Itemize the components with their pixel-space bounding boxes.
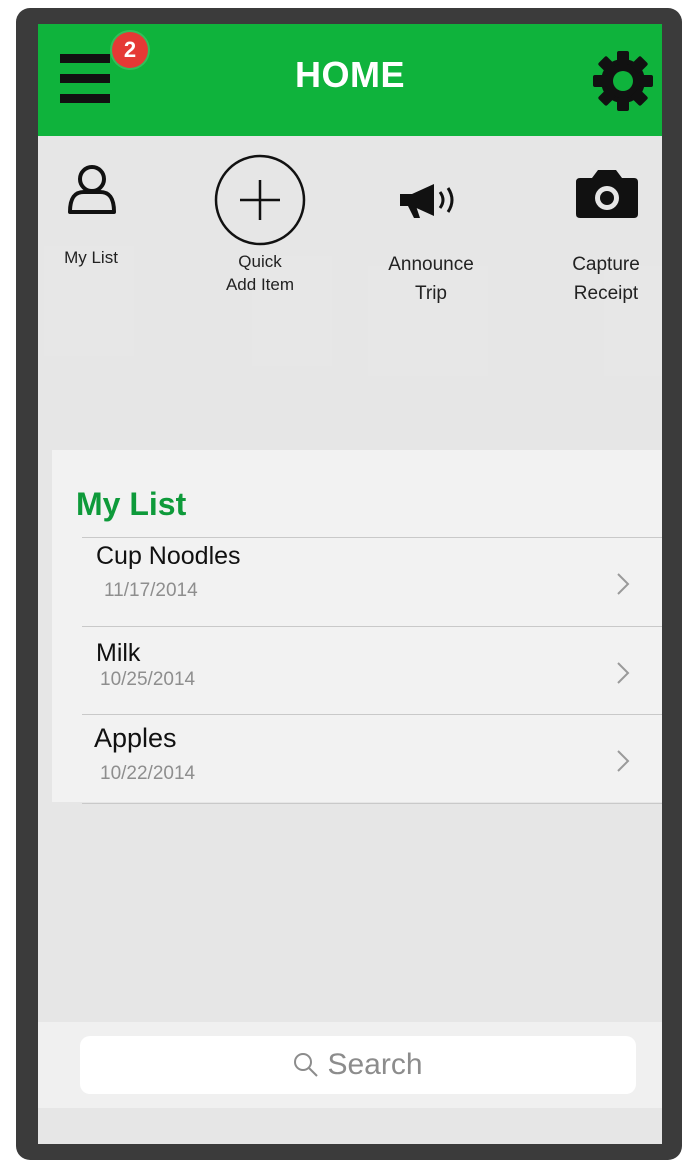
action-my-list[interactable]: My List [54, 136, 128, 267]
chevron-right-icon [617, 750, 630, 772]
action-capture-receipt[interactable]: Capture Receipt [558, 136, 654, 316]
action-announce-trip[interactable]: Announce Trip [376, 136, 486, 316]
action-label-line1: Announce [388, 254, 474, 275]
app-screen: 2 HOME My List Quick Add Item Announce T… [38, 24, 662, 1144]
megaphone-icon [400, 184, 454, 218]
search-placeholder: Search [327, 1048, 423, 1081]
my-list-panel: My List Cup Noodles 11/17/2014 Milk 10/2… [52, 450, 662, 804]
action-label-line2: Trip [414, 283, 448, 304]
quick-actions: My List Quick Add Item Announce Trip Cap… [38, 136, 662, 436]
header-bar: 2 HOME [38, 24, 662, 136]
action-label: My List [64, 248, 118, 267]
item-date: 11/17/2014 [104, 580, 198, 601]
user-icon [68, 165, 116, 214]
plus-circle-icon [214, 154, 306, 246]
list-item[interactable]: Milk 10/25/2014 [82, 626, 662, 715]
search-icon [294, 1053, 319, 1077]
list-item[interactable]: Cup Noodles 11/17/2014 [82, 537, 662, 626]
action-label-line1: Quick [238, 252, 282, 271]
item-name: Milk [96, 639, 141, 667]
search-input[interactable]: Search [80, 1036, 636, 1094]
chevron-right-icon [617, 573, 630, 595]
my-list-title: My List [76, 486, 187, 522]
action-quick-add-item[interactable]: Quick Add Item [210, 136, 310, 316]
search-bar: Search [38, 1022, 662, 1108]
gear-icon [593, 51, 653, 111]
list-item[interactable]: Apples 10/22/2014 [82, 714, 662, 804]
item-name: Cup Noodles [96, 542, 241, 570]
item-date: 10/25/2014 [100, 669, 196, 690]
settings-button[interactable] [590, 48, 656, 114]
chevron-right-icon [617, 662, 630, 684]
item-name: Apples [94, 723, 177, 753]
item-date: 10/22/2014 [100, 763, 196, 784]
camera-icon [576, 170, 638, 218]
page-title: HOME [295, 54, 405, 95]
action-label-line2: Receipt [573, 283, 639, 304]
action-label-line1: Capture [572, 254, 640, 275]
action-label-line2: Add Item [225, 275, 295, 294]
